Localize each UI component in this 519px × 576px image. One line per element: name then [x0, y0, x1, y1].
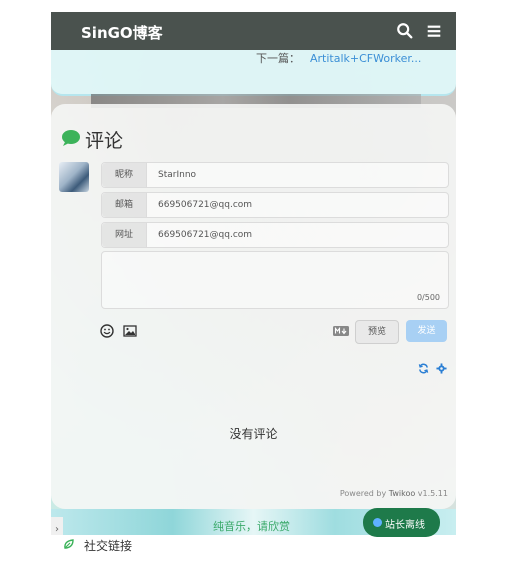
powered-prefix: Powered by	[339, 489, 389, 498]
nickname-field[interactable]: 昵称 StarInno	[101, 162, 449, 188]
preview-button[interactable]: 预览	[355, 320, 399, 344]
music-player-text[interactable]: 纯音乐，请欣赏	[213, 518, 290, 534]
comments-title: 评论	[85, 130, 124, 152]
search-icon[interactable]	[396, 22, 414, 40]
website-value[interactable]: 669506721@qq.com	[158, 223, 252, 247]
nickname-value[interactable]: StarInno	[158, 163, 196, 187]
markdown-icon	[333, 326, 349, 336]
email-field[interactable]: 邮箱 669506721@qq.com	[101, 192, 449, 218]
next-post-title[interactable]: Artitalk+CFWorker...	[310, 52, 421, 65]
gear-icon[interactable]	[436, 363, 447, 374]
leaf-icon	[64, 539, 74, 549]
powered-by: Powered by Twikoo v1.5.11	[340, 489, 448, 498]
site-brand[interactable]: SinGO博客	[81, 22, 163, 43]
next-post-label: 下一篇：	[256, 52, 300, 65]
status-dot	[373, 518, 382, 527]
social-links-heading: 社交链接	[84, 539, 133, 552]
send-button[interactable]: 发送	[406, 320, 447, 342]
image-icon[interactable]	[123, 324, 137, 338]
no-comments-text: 没有评论	[229, 427, 278, 441]
email-value[interactable]: 669506721@qq.com	[158, 193, 252, 217]
status-label: 站长离线	[385, 520, 425, 531]
char-counter: 0/500	[416, 293, 440, 302]
next-post-link[interactable]: 下一篇： Artitalk+CFWorker...	[256, 50, 421, 66]
twikoo-version: v1.5.11	[415, 489, 448, 498]
menu-icon[interactable]	[425, 22, 443, 40]
website-label: 网址	[102, 223, 147, 247]
owner-status-badge[interactable]: 站长离线	[363, 508, 440, 537]
avatar	[59, 162, 89, 192]
top-navbar: SinGO博客	[51, 12, 456, 50]
nickname-label: 昵称	[102, 163, 147, 187]
emoji-icon[interactable]	[100, 324, 114, 338]
twikoo-link[interactable]: Twikoo	[389, 489, 415, 498]
comment-textarea[interactable]: 0/500	[101, 251, 449, 309]
website-field[interactable]: 网址 669506721@qq.com	[101, 222, 449, 248]
email-label: 邮箱	[102, 193, 147, 217]
refresh-icon[interactable]	[418, 363, 429, 374]
blog-page: SinGO博客 下一篇： Artitalk+CFWorker... 评论 昵称 S…	[51, 12, 456, 552]
chat-bubble-icon	[62, 130, 80, 146]
